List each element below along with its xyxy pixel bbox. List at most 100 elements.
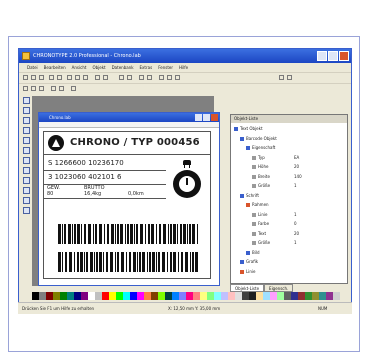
cut-icon[interactable] [67, 75, 72, 80]
color-swatch[interactable] [88, 292, 95, 300]
rectangle-tool-icon[interactable] [23, 137, 30, 144]
zoom-in-icon[interactable] [119, 75, 124, 80]
color-swatch[interactable] [144, 292, 151, 300]
zoom-tool-icon[interactable] [23, 207, 30, 214]
color-swatch[interactable] [186, 292, 193, 300]
counter-tool-icon[interactable] [23, 177, 30, 184]
image-tool-icon[interactable] [23, 157, 30, 164]
ellipse-tool-icon[interactable] [23, 147, 30, 154]
tab-properties[interactable]: Eigensch. [264, 284, 294, 292]
date-tool-icon[interactable] [23, 187, 30, 194]
text-tool-icon[interactable] [23, 107, 30, 114]
preview-icon[interactable] [57, 75, 62, 80]
new-icon[interactable] [23, 75, 28, 80]
color-swatch[interactable] [200, 292, 207, 300]
color-swatch[interactable] [151, 292, 158, 300]
rotate-icon[interactable] [71, 86, 76, 91]
color-swatch[interactable] [67, 292, 74, 300]
barcode-1[interactable] [58, 224, 198, 244]
color-swatch[interactable] [291, 292, 298, 300]
menu-database[interactable]: Datenbank [112, 63, 134, 72]
color-swatch[interactable] [319, 292, 326, 300]
bold-icon[interactable] [23, 86, 28, 91]
color-swatch[interactable] [39, 292, 46, 300]
color-swatch[interactable] [228, 292, 235, 300]
redo-icon[interactable] [103, 75, 108, 80]
color-swatch[interactable] [312, 292, 319, 300]
label-row-3[interactable]: GEW. BRUTTO 80 16,4kg 0,0km [44, 184, 166, 199]
menu-object[interactable]: Objekt [92, 63, 105, 72]
color-swatch[interactable] [109, 292, 116, 300]
color-swatch[interactable] [242, 292, 249, 300]
italic-icon[interactable] [31, 86, 36, 91]
tab-object-list[interactable]: Objekt-Liste [230, 284, 265, 292]
color-swatch[interactable] [249, 292, 256, 300]
zoom-out-icon[interactable] [127, 75, 132, 80]
color-swatch[interactable] [172, 292, 179, 300]
align-right-icon[interactable] [175, 75, 180, 80]
menu-view[interactable]: Ansicht [72, 63, 87, 72]
menu-extras[interactable]: Extras [140, 63, 153, 72]
color-swatch[interactable] [207, 292, 214, 300]
color-swatch[interactable] [214, 292, 221, 300]
color-swatch[interactable] [333, 292, 340, 300]
align-center-icon[interactable] [167, 75, 172, 80]
title-bar[interactable]: CHRONOTYPE 2.0 Professional - Chrono.lab [19, 49, 351, 63]
underline-icon[interactable] [39, 86, 44, 91]
document-title[interactable]: Chrono.lab [39, 113, 219, 122]
open-icon[interactable] [31, 75, 36, 80]
color-swatch[interactable] [277, 292, 284, 300]
save-icon[interactable] [39, 75, 44, 80]
color-swatch[interactable] [263, 292, 270, 300]
font-icon[interactable] [51, 86, 56, 91]
menu-help[interactable]: Hilfe [179, 63, 188, 72]
line-tool-icon[interactable] [23, 127, 30, 134]
print-icon[interactable] [49, 75, 54, 80]
color-swatch[interactable] [95, 292, 102, 300]
menu-window[interactable]: Fenster [158, 63, 173, 72]
doc-minimize-button[interactable] [195, 114, 202, 121]
color-swatch[interactable] [130, 292, 137, 300]
color-swatch[interactable] [305, 292, 312, 300]
help-icon[interactable] [279, 75, 284, 80]
color-swatch[interactable] [270, 292, 277, 300]
database-icon[interactable] [139, 75, 144, 80]
select-tool-icon[interactable] [23, 97, 30, 104]
grid-icon[interactable] [147, 75, 152, 80]
color-swatch[interactable] [235, 292, 242, 300]
label-row-2[interactable]: 3 1023060 402101 6 [44, 170, 166, 185]
color-swatch[interactable] [81, 292, 88, 300]
table-tool-icon[interactable] [23, 167, 30, 174]
paste-icon[interactable] [83, 75, 88, 80]
color-swatch[interactable] [193, 292, 200, 300]
barcode-2[interactable] [58, 252, 198, 272]
color-swatch[interactable] [158, 292, 165, 300]
color-swatch[interactable] [326, 292, 333, 300]
color-swatch[interactable] [221, 292, 228, 300]
info-icon[interactable] [287, 75, 292, 80]
align-left-icon[interactable] [159, 75, 164, 80]
color-swatch[interactable] [32, 292, 39, 300]
minimize-button[interactable] [317, 51, 327, 61]
close-button[interactable] [339, 51, 349, 61]
maximize-button[interactable] [328, 51, 338, 61]
color-swatch[interactable] [123, 292, 130, 300]
doc-maximize-button[interactable] [203, 114, 210, 121]
field-tool-icon[interactable] [23, 197, 30, 204]
color-swatch[interactable] [284, 292, 291, 300]
label-row-1[interactable]: S 1266600 10236170 [44, 156, 166, 171]
barcode-tool-icon[interactable] [23, 117, 30, 124]
color-swatch[interactable] [179, 292, 186, 300]
color-swatch[interactable] [102, 292, 109, 300]
menu-edit[interactable]: Bearbeiten [44, 63, 66, 72]
label-design[interactable]: CHRONO / TYP 000456 S 1266600 10236170 3… [43, 131, 211, 279]
color-swatch[interactable] [46, 292, 53, 300]
copy-icon[interactable] [75, 75, 80, 80]
menu-file[interactable]: Datei [27, 63, 38, 72]
doc-close-button[interactable] [211, 114, 218, 121]
color-swatch[interactable] [60, 292, 67, 300]
color-swatch[interactable] [53, 292, 60, 300]
color-swatch[interactable] [298, 292, 305, 300]
color-swatch[interactable] [116, 292, 123, 300]
undo-icon[interactable] [95, 75, 100, 80]
